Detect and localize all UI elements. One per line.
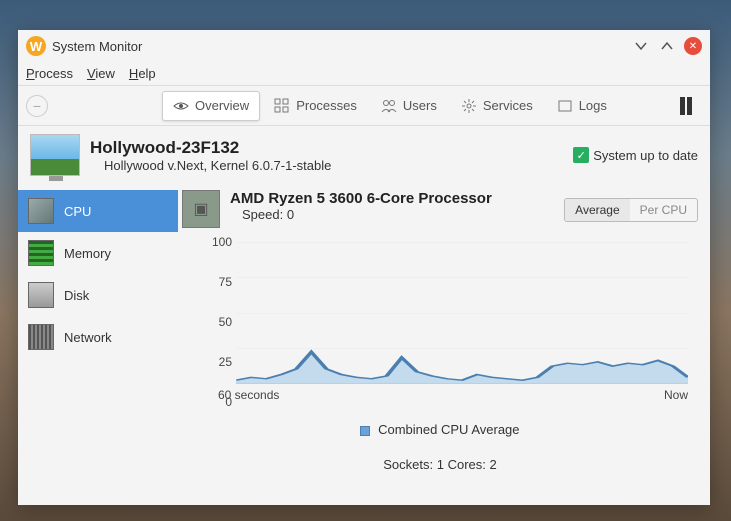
cpu-icon — [28, 198, 54, 224]
network-icon — [28, 324, 54, 350]
sidebar-label: CPU — [64, 204, 91, 219]
kernel-info: Hollywood v.Next, Kernel 6.0.7-1-stable — [104, 158, 563, 173]
resource-sidebar: CPU Memory Disk Network — [18, 184, 178, 505]
tab-label: Processes — [296, 98, 357, 113]
memory-icon — [28, 240, 54, 266]
monitor-icon — [30, 134, 80, 176]
legend-swatch — [360, 426, 370, 436]
menu-process[interactable]: Process — [26, 66, 73, 81]
tab-label: Overview — [195, 98, 249, 113]
plot-area — [236, 242, 688, 384]
close-button[interactable]: ✕ — [684, 37, 702, 55]
cpu-speed: Speed: 0 — [242, 207, 492, 222]
eye-icon — [173, 98, 189, 114]
tab-label: Services — [483, 98, 533, 113]
y-tick: 100 — [212, 235, 232, 249]
check-icon: ✓ — [573, 147, 589, 163]
toggle-per-cpu[interactable]: Per CPU — [630, 199, 697, 221]
y-tick: 75 — [219, 275, 232, 289]
pause-button[interactable] — [680, 97, 702, 115]
view-toggle: Average Per CPU — [564, 198, 698, 222]
sidebar-label: Network — [64, 330, 112, 345]
chip-icon: ▣ — [182, 190, 220, 228]
menu-view[interactable]: View — [87, 66, 115, 81]
sidebar-label: Memory — [64, 246, 111, 261]
cpu-topology: Sockets: 1 Cores: 2 — [182, 457, 698, 472]
app-icon: W — [26, 36, 46, 56]
sidebar-label: Disk — [64, 288, 89, 303]
system-status: ✓ System up to date — [573, 147, 698, 163]
tab-label: Users — [403, 98, 437, 113]
tab-label: Logs — [579, 98, 607, 113]
cpu-model: AMD Ryzen 5 3600 6-Core Processor — [230, 190, 492, 207]
x-tick-right: Now — [664, 388, 688, 402]
tab-services[interactable]: Services — [451, 92, 543, 120]
maximize-button[interactable] — [658, 37, 676, 55]
status-text: System up to date — [593, 148, 698, 163]
sidebar-item-network[interactable]: Network — [18, 316, 178, 358]
chart-legend: Combined CPU Average — [182, 422, 698, 437]
y-tick: 50 — [219, 315, 232, 329]
host-header: Hollywood-23F132 Hollywood v.Next, Kerne… — [18, 126, 710, 184]
titlebar: W System Monitor ✕ — [18, 30, 710, 62]
x-tick-left: 60 seconds — [218, 388, 279, 402]
tab-users[interactable]: Users — [371, 92, 447, 120]
menu-help[interactable]: Help — [129, 66, 156, 81]
tab-overview[interactable]: Overview — [162, 91, 260, 121]
sidebar-item-memory[interactable]: Memory — [18, 232, 178, 274]
zoom-out-button[interactable]: − — [26, 95, 48, 117]
system-monitor-window: W System Monitor ✕ Process View Help − O… — [18, 30, 710, 505]
toolbar: − Overview Processes Users Services Logs — [18, 86, 710, 126]
hostname: Hollywood-23F132 — [90, 138, 563, 158]
gear-icon — [461, 98, 477, 114]
minimize-button[interactable] — [632, 37, 650, 55]
sidebar-item-cpu[interactable]: CPU — [18, 190, 178, 232]
disk-icon — [28, 282, 54, 308]
users-icon — [381, 98, 397, 114]
legend-label: Combined CPU Average — [378, 422, 519, 437]
window-title: System Monitor — [52, 39, 632, 54]
menubar: Process View Help — [18, 62, 710, 86]
toggle-average[interactable]: Average — [565, 199, 629, 221]
cpu-panel: ▣ AMD Ryzen 5 3600 6-Core Processor Spee… — [178, 184, 710, 505]
grid-icon — [274, 98, 290, 114]
cpu-chart: 100 75 50 25 0 60 seconds Now — [200, 242, 698, 402]
log-icon — [557, 98, 573, 114]
y-tick: 25 — [219, 355, 232, 369]
tab-logs[interactable]: Logs — [547, 92, 617, 120]
sidebar-item-disk[interactable]: Disk — [18, 274, 178, 316]
tab-processes[interactable]: Processes — [264, 92, 367, 120]
